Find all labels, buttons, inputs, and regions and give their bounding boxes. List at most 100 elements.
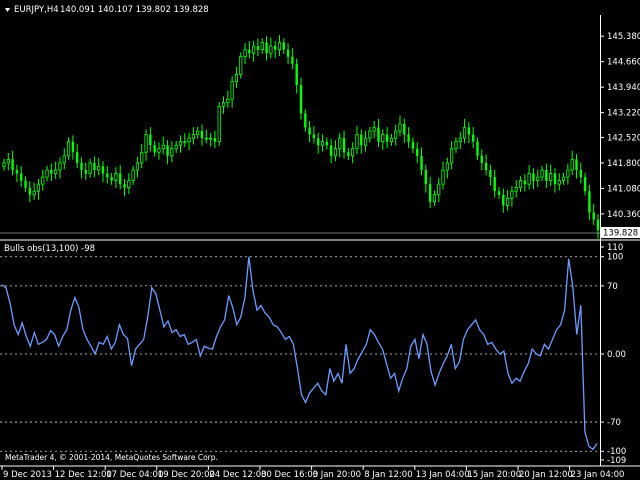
time-axis-label: 17 Dec 04:00 [106,470,163,480]
candle-body [226,98,230,104]
candle-body [377,127,380,142]
candle-body [445,162,449,171]
candle-body [84,169,87,174]
candle-body [549,173,553,182]
time-axis-label: 20 Jan 12:00 [519,470,573,480]
indicator-axis-label: 70 [607,282,618,292]
candle-body [428,184,432,202]
candle-body [204,137,208,140]
candle-body [398,123,402,132]
candle-body [24,180,27,188]
time-axis-label: 15 Jan 20:00 [467,470,521,480]
candle-body [462,127,467,139]
time-axis-label: 23 Jan 04:00 [571,470,625,480]
time-axis-label: 9 Dec 2013 [3,470,52,480]
time-axis-label: 13 Jan 04:00 [416,470,470,480]
indicator-axis-label: 100 [607,253,623,263]
candle-body [170,148,174,157]
candle-body [510,190,514,199]
candle-body [389,137,393,143]
candle-body [252,45,256,54]
candle-body [450,148,454,164]
candle-body [385,134,389,142]
candle-body [471,134,475,142]
candle-body [265,42,268,54]
indicator-axis-label: -70 [607,418,621,428]
candle-body [187,137,191,143]
candle-body [553,173,557,185]
candle-body [351,148,355,157]
candle-body [355,134,359,150]
candle-body [381,134,385,143]
candle-body [518,180,523,189]
candle-body [256,46,260,50]
candle-body [596,219,600,231]
candle-body [269,45,273,54]
indicator-levels [0,256,600,452]
candle-body [140,151,144,164]
candle-body [493,177,496,192]
candle-body [282,42,285,50]
candle-body [144,134,148,153]
candle-body [372,127,376,132]
candle-body [432,194,437,203]
candle-body [325,141,329,146]
price-axis-label: 140.360 [607,210,640,220]
candle-body [338,137,342,150]
candle-body [153,145,156,153]
candle-body [454,141,458,150]
candle-body [106,173,109,178]
candle-body [532,173,535,181]
candle-body [286,49,290,57]
candle-body [420,155,423,170]
candle-body [575,159,578,170]
candle-body [200,131,204,139]
candle-body [58,162,62,171]
time-axis-label: 12 Dec 12:00 [55,470,112,480]
candle-body [161,144,165,150]
symbol-label: EURJPY,H4 [14,5,59,15]
candle-body [277,42,282,51]
candle-body [312,134,316,139]
candle-body [114,173,118,182]
candle-body [579,169,582,178]
candle-body [243,49,247,58]
candle-body [119,173,122,185]
candle-body [166,145,169,156]
candle-body [566,169,570,178]
candle-body [62,155,66,164]
ohlc-values: 140.091 140.107 139.802 139.828 [60,5,209,15]
candle-body [545,169,548,181]
candle-body [239,56,243,75]
candle-body [523,180,527,185]
price-axis-label: 143.220 [607,109,640,119]
candle-body [394,130,398,139]
candle-body [97,166,101,171]
chart-area[interactable]: EURJPY,H4 140.091 140.107 139.802 139.82… [0,0,640,480]
candle-body [317,138,320,146]
candle-body [2,162,6,167]
candle-body [11,159,14,170]
candle-body [93,162,96,170]
candle-body [273,46,277,50]
indicator-axis-label: 0.00 [607,350,626,360]
candle-body [320,141,325,146]
candle-body [28,187,32,195]
time-axis-label: 24 Dec 12:00 [209,470,266,480]
candle-body [363,137,368,146]
candle-body [66,141,71,157]
price-axis-label: 141.080 [607,184,640,194]
candle-body [342,138,346,153]
candle-body [536,176,540,182]
price-axis-label: 145.380 [607,32,640,42]
candle-body [41,176,45,185]
candle-body [157,148,161,153]
candle-body [497,191,501,195]
candle-body [178,141,183,146]
candle-body [561,176,566,182]
candle-body [217,105,221,143]
last-price-label: 139.828 [603,229,638,239]
candle-body [191,134,195,139]
candle-body [127,180,131,189]
candle-body [514,187,518,192]
